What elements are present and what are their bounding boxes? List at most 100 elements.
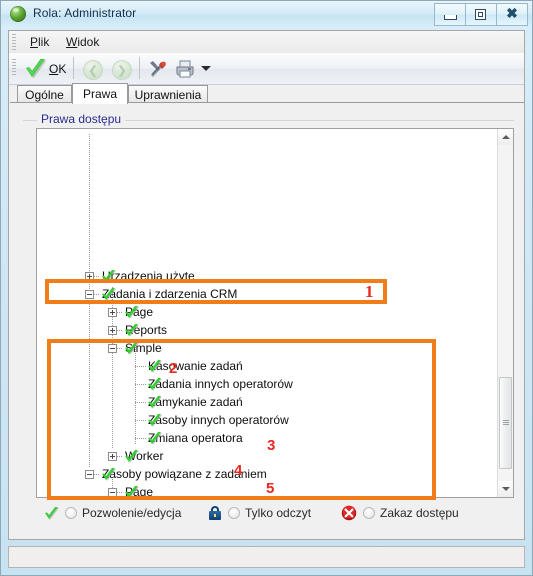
toolbar-gripper[interactable] xyxy=(12,59,16,75)
green-check-icon xyxy=(100,467,117,482)
tree-line xyxy=(135,420,146,421)
scroll-up-button[interactable] xyxy=(498,129,513,145)
legend-bar: Pozwolenie/edycja Tylko odczyt Zakaz dos… xyxy=(36,503,514,525)
legend-item-zakaz-dostepu[interactable]: Zakaz dostępu xyxy=(341,503,459,523)
green-check-icon xyxy=(43,506,60,521)
tree-node[interactable]: Worker xyxy=(123,447,163,465)
tree-node[interactable]: Zasoby innych operatorów xyxy=(146,411,289,429)
tree-line xyxy=(135,402,146,403)
minimize-icon xyxy=(444,15,457,20)
status-bar xyxy=(8,546,525,568)
green-check-icon xyxy=(23,57,47,80)
menu-item-widok[interactable]: Widok xyxy=(66,35,99,49)
scrollbar-thumb[interactable] xyxy=(499,377,512,469)
green-check-icon xyxy=(146,377,163,392)
tree-expander-plus[interactable] xyxy=(108,308,117,317)
tree-node-label: Zasoby innych operatorów xyxy=(148,413,289,427)
application-window: Rola: Administrator ✖ PPliklik Widok xyxy=(0,0,533,576)
green-check-icon xyxy=(123,485,140,497)
legend-item-pozwolenie[interactable]: Pozwolenie/edycja xyxy=(43,503,181,523)
radio-pozwolenie[interactable] xyxy=(65,507,77,519)
scroll-up-arrow-icon xyxy=(501,135,510,139)
tree-node[interactable]: Zmiana operatora xyxy=(146,429,243,447)
tree-line xyxy=(117,348,123,349)
tree-node[interactable]: Zasoby powiązane z zadaniem xyxy=(100,465,267,483)
tree-line xyxy=(135,366,146,367)
green-check-icon xyxy=(123,341,140,356)
green-check-icon xyxy=(146,359,163,374)
green-check-icon xyxy=(123,305,140,320)
scrollbar-grip-icon xyxy=(503,420,509,426)
maximize-icon xyxy=(475,9,486,20)
green-check-icon xyxy=(123,449,140,464)
tab-prawa[interactable]: Prawa xyxy=(72,83,128,104)
tree-line xyxy=(89,134,90,468)
tools-icon[interactable] xyxy=(148,59,168,79)
legend-label: Pozwolenie/edycja xyxy=(82,506,182,520)
legend-label: Tylko odczyt xyxy=(245,506,312,520)
tree-expander-plus[interactable] xyxy=(85,272,94,281)
green-check-icon xyxy=(146,413,163,428)
group-box-prawa-dostepu: Prawa dostępu Urządzenia użyte Zadania i… xyxy=(23,112,514,528)
printer-icon[interactable] xyxy=(175,59,195,79)
ok-button[interactable]: OK xyxy=(49,62,66,76)
tree-node[interactable]: Reports xyxy=(123,321,167,339)
menu-item-plik[interactable]: PPliklik xyxy=(30,35,49,49)
menu-gripper[interactable] xyxy=(12,34,16,50)
forward-arrow-icon: ❯ xyxy=(117,64,127,77)
minimize-button[interactable] xyxy=(434,3,466,26)
tree-expander-minus[interactable] xyxy=(85,470,94,479)
tree-node[interactable]: Simple xyxy=(123,339,162,357)
green-check-icon xyxy=(100,269,117,284)
toolbar-separator-1 xyxy=(73,57,74,79)
radio-tylko-odczyt[interactable] xyxy=(228,507,240,519)
tree-node[interactable]: Page xyxy=(123,303,153,321)
back-arrow-icon: ❮ xyxy=(88,64,98,77)
tree-node-label: Zadania i zdarzenia CRM xyxy=(102,287,238,301)
tree-expander-minus[interactable] xyxy=(108,344,117,353)
tree-node[interactable]: Zadania i zdarzenia CRM xyxy=(100,285,237,303)
app-sphere-icon xyxy=(10,6,26,22)
back-button[interactable]: ❮ xyxy=(83,60,103,80)
maximize-button[interactable] xyxy=(466,3,497,26)
tree-expander-minus[interactable] xyxy=(85,290,94,299)
tree-expander-plus[interactable] xyxy=(108,452,117,461)
title-bar: Rola: Administrator ✖ xyxy=(1,1,532,28)
green-check-icon xyxy=(123,323,140,338)
legend-item-tylko-odczyt[interactable]: Tylko odczyt xyxy=(208,503,311,523)
green-check-icon xyxy=(146,431,163,446)
radio-zakaz-dostepu[interactable] xyxy=(363,507,375,519)
scroll-down-button[interactable] xyxy=(498,481,513,497)
permissions-tree[interactable]: Urządzenia użyte Zadania i zdarzenia CRM xyxy=(36,128,514,498)
tree-node[interactable]: Page xyxy=(123,483,153,497)
scroll-down-arrow-icon xyxy=(501,487,510,491)
tree-expander-minus[interactable] xyxy=(108,488,117,497)
tree-line xyxy=(135,438,146,439)
tree-line xyxy=(117,312,123,313)
forward-button[interactable]: ❯ xyxy=(112,60,132,80)
tree-line xyxy=(94,474,100,475)
close-icon: ✖ xyxy=(506,7,518,22)
tree-vertical-scrollbar[interactable] xyxy=(497,129,513,497)
tab-ogolne[interactable]: Ogólne xyxy=(17,85,72,103)
tree-node[interactable]: Zamykanie zadań xyxy=(146,393,243,411)
close-button[interactable]: ✖ xyxy=(497,3,528,26)
tree-content: Urządzenia użyte Zadania i zdarzenia CRM xyxy=(37,129,499,497)
tree-node[interactable]: Kasowanie zadań xyxy=(146,357,243,375)
tree-line xyxy=(117,330,123,331)
tab-page-prawa: Prawa dostępu Urządzenia użyte Zadania i… xyxy=(10,102,524,539)
tree-node[interactable]: Urządzenia użyte xyxy=(100,267,195,285)
tree-node[interactable]: Zadania innych operatorów xyxy=(146,375,293,393)
chevron-down-icon[interactable] xyxy=(201,66,211,71)
window-controls: ✖ xyxy=(434,3,528,26)
legend-label: Zakaz dostępu xyxy=(380,506,459,520)
toolbar: OK ❮ ❯ xyxy=(9,53,524,85)
group-box-title: Prawa dostępu xyxy=(37,112,126,126)
tree-line xyxy=(94,276,100,277)
window-title: Rola: Administrator xyxy=(33,6,137,20)
tree-node-label: Zasoby powiązane z zadaniem xyxy=(102,467,267,481)
tree-node-label: Zadania innych operatorów xyxy=(148,377,293,391)
blue-lock-icon xyxy=(208,506,222,520)
tree-expander-plus[interactable] xyxy=(108,326,117,335)
tab-uprawnienia[interactable]: Uprawnienia xyxy=(128,85,208,103)
